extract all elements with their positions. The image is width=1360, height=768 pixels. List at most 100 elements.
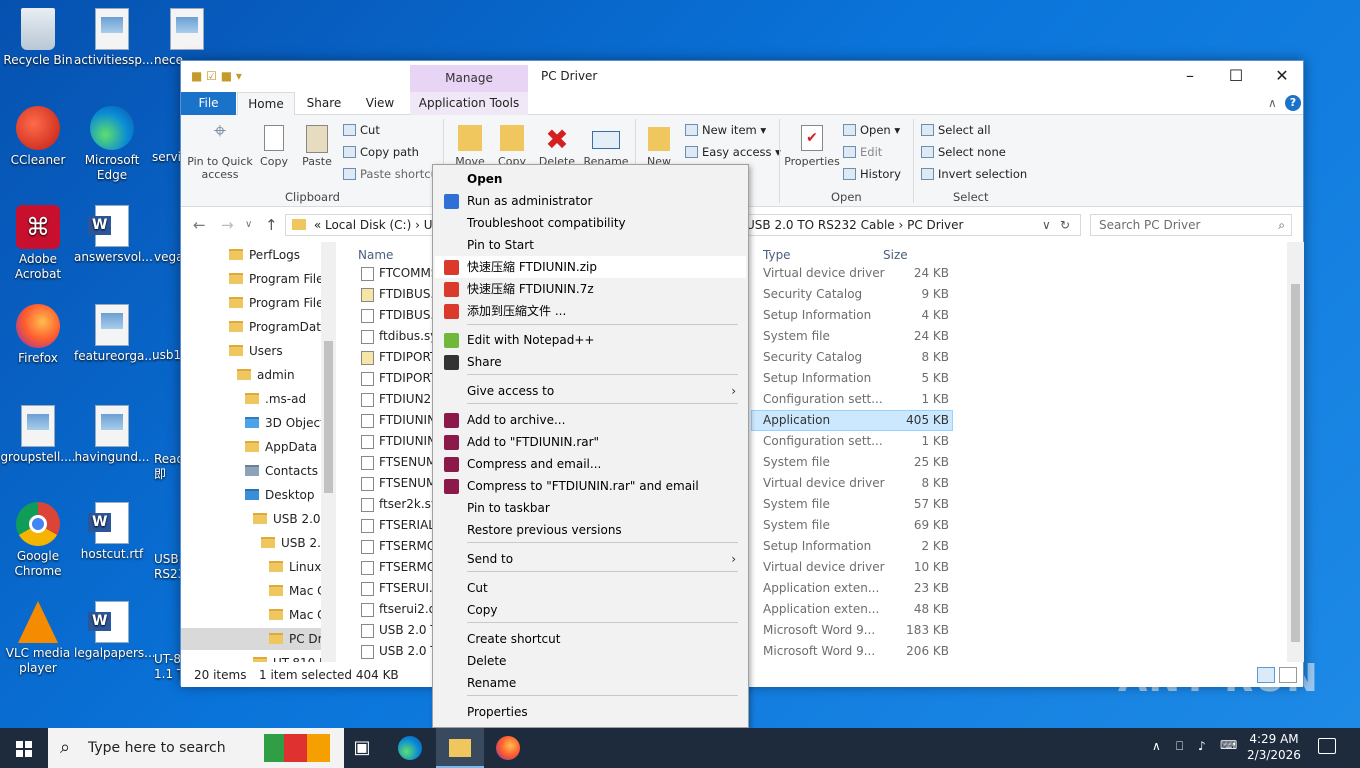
history-button[interactable]: History — [843, 167, 901, 181]
copy-path-button[interactable]: Copy path — [343, 145, 419, 159]
desktop-icon-ccleaner[interactable]: CCleaner — [0, 106, 76, 168]
desktop-icon-google-chrome[interactable]: Google Chrome — [0, 502, 76, 579]
context-menu-item[interactable]: Create shortcut — [435, 628, 746, 650]
input-language-icon[interactable]: ⌨ — [1220, 738, 1237, 752]
desktop-icon-havingund[interactable]: havingund... — [74, 405, 150, 465]
file-explorer-taskbar-icon[interactable] — [436, 728, 484, 768]
notifications-icon[interactable] — [1318, 738, 1336, 754]
context-menu-item[interactable]: Compress and email... — [435, 453, 746, 475]
large-icons-view-icon[interactable] — [1279, 667, 1297, 683]
desktop-icon-legalpapers[interactable]: W legalpapers... — [74, 601, 156, 661]
tab-file[interactable]: File — [181, 92, 236, 115]
context-menu-item[interactable]: Restore previous versions — [435, 519, 746, 541]
volume-icon[interactable]: ♪ — [1198, 739, 1206, 753]
tab-application-tools[interactable]: Application Tools — [410, 92, 528, 115]
edge-taskbar-icon[interactable] — [386, 728, 434, 768]
move-to-button[interactable]: Move — [451, 125, 489, 168]
edit-button[interactable]: Edit — [843, 145, 882, 159]
context-menu-item[interactable]: Open — [435, 168, 746, 190]
nav-item[interactable]: Mac C — [269, 580, 326, 602]
column-header-size[interactable]: Size — [883, 248, 908, 262]
column-header-name[interactable]: Name — [358, 248, 393, 262]
context-menu-item[interactable]: Pin to taskbar — [435, 497, 746, 519]
minimize-button[interactable]: – — [1167, 61, 1213, 91]
context-menu-item[interactable]: Share — [435, 351, 746, 373]
collapse-ribbon-icon[interactable]: ∧ — [1268, 96, 1277, 110]
close-button[interactable]: ✕ — [1259, 61, 1305, 91]
context-menu-item[interactable]: Add to archive... — [435, 409, 746, 431]
nav-item[interactable]: 3D Objects — [245, 412, 331, 434]
search-input[interactable]: Search PC Driver ⌕ — [1090, 214, 1292, 236]
desktop-icon-adobe-acrobat[interactable]: ⌘ Adobe Acrobat — [0, 205, 76, 282]
nav-item[interactable]: Users — [229, 340, 283, 362]
context-menu-item[interactable]: 添加到压縮文件 ... — [435, 300, 746, 322]
nav-item[interactable]: AppData — [245, 436, 317, 458]
context-menu-item[interactable]: Cut — [435, 577, 746, 599]
help-icon[interactable]: ? — [1285, 95, 1301, 111]
nav-item[interactable]: UT-810 I — [253, 652, 323, 662]
context-menu-item[interactable]: Run as administrator — [435, 190, 746, 212]
tab-view[interactable]: View — [355, 92, 405, 115]
context-menu-item[interactable]: Pin to Start — [435, 234, 746, 256]
context-menu-item[interactable]: Troubleshoot compatibility — [435, 212, 746, 234]
tab-home[interactable]: Home — [237, 92, 295, 116]
nav-item[interactable]: admin — [237, 364, 295, 386]
network-icon[interactable]: ⎕ — [1176, 739, 1183, 754]
clock[interactable]: 4:29 AM 2/3/2026 — [1238, 731, 1310, 763]
taskbar-search-input[interactable]: ⌕ Type here to search — [48, 728, 344, 768]
desktop-icon-activitiessp[interactable]: activitiessp... — [74, 8, 153, 68]
nav-scrollbar-thumb[interactable] — [324, 341, 333, 493]
start-button[interactable] — [0, 728, 48, 768]
select-all-button[interactable]: Select all — [921, 123, 991, 137]
cut-button[interactable]: Cut — [343, 123, 380, 137]
nav-item[interactable]: ProgramData — [229, 316, 328, 338]
nav-item[interactable]: Mac C — [269, 604, 326, 626]
task-view-icon[interactable]: ▣ — [338, 728, 386, 768]
nav-item[interactable]: Desktop — [245, 484, 315, 506]
forward-arrow-icon[interactable]: → — [221, 216, 234, 234]
column-header-type[interactable]: Type — [763, 248, 791, 262]
desktop-icon-nece[interactable]: nece — [148, 8, 204, 68]
maximize-button[interactable]: ☐ — [1213, 61, 1259, 91]
context-menu-item[interactable]: Edit with Notepad++ — [435, 329, 746, 351]
new-folder-button[interactable]: New — [641, 125, 677, 168]
context-menu-item[interactable]: 快速压縮 FTDIUNIN.7z — [435, 278, 746, 300]
context-menu-item[interactable]: 快速压縮 FTDIUNIN.zip — [435, 256, 746, 278]
context-menu-item[interactable]: Copy — [435, 599, 746, 621]
nav-item[interactable]: USB 2.0 — [261, 532, 329, 554]
details-view-icon[interactable] — [1257, 667, 1275, 683]
desktop-icon-featureorga[interactable]: featureorga... — [74, 304, 156, 364]
back-arrow-icon[interactable]: ← — [193, 216, 206, 234]
nav-item[interactable]: Program Files — [229, 268, 330, 290]
nav-item[interactable]: USB 2.0 T — [253, 508, 332, 530]
pin-quick-access-button[interactable]: ⌖ Pin to Quick access — [187, 121, 253, 182]
properties-button[interactable]: ✔ Properties — [783, 125, 841, 168]
nav-item[interactable]: PerfLogs — [229, 244, 300, 266]
address-dropdown-icon[interactable]: ∨ — [1042, 215, 1051, 235]
copy-button[interactable]: Copy — [255, 125, 293, 168]
select-none-button[interactable]: Select none — [921, 145, 1006, 159]
context-menu-item[interactable]: Compress to "FTDIUNIN.rar" and email — [435, 475, 746, 497]
open-button[interactable]: Open ▾ — [843, 123, 900, 137]
quick-access-toolbar[interactable]: ■ ☑ ■ ▾ — [191, 69, 242, 83]
context-menu-item[interactable]: Delete — [435, 650, 746, 672]
nav-item[interactable]: PC Dr — [181, 628, 323, 650]
new-item-button[interactable]: New item ▾ — [685, 123, 766, 137]
invert-selection-button[interactable]: Invert selection — [921, 167, 1027, 181]
desktop-icon-edge[interactable]: Microsoft Edge — [74, 106, 150, 183]
context-menu-item[interactable]: Rename — [435, 672, 746, 694]
tab-share[interactable]: Share — [299, 92, 349, 115]
desktop-icon-firefox[interactable]: Firefox — [0, 304, 76, 366]
desktop-icon-hostcut[interactable]: W hostcut.rtf — [74, 502, 150, 562]
manage-contextual-tab[interactable]: Manage — [410, 65, 528, 92]
desktop-icon-recycle-bin[interactable]: Recycle Bin — [0, 8, 76, 68]
file-list-scrollbar-thumb[interactable] — [1291, 284, 1300, 642]
refresh-icon[interactable]: ↻ — [1060, 215, 1070, 235]
nav-item[interactable]: Program Files — [229, 292, 330, 314]
desktop-icon-groupstell[interactable]: groupstell.... — [0, 405, 76, 465]
desktop-icon-vlc[interactable]: VLC media player — [0, 601, 76, 676]
context-menu-item[interactable]: Properties — [435, 701, 746, 723]
recent-locations-chevron-icon[interactable]: ∨ — [245, 219, 252, 230]
nav-item[interactable]: Contacts — [245, 460, 318, 482]
show-hidden-icons-chevron-icon[interactable]: ∧ — [1152, 739, 1161, 753]
